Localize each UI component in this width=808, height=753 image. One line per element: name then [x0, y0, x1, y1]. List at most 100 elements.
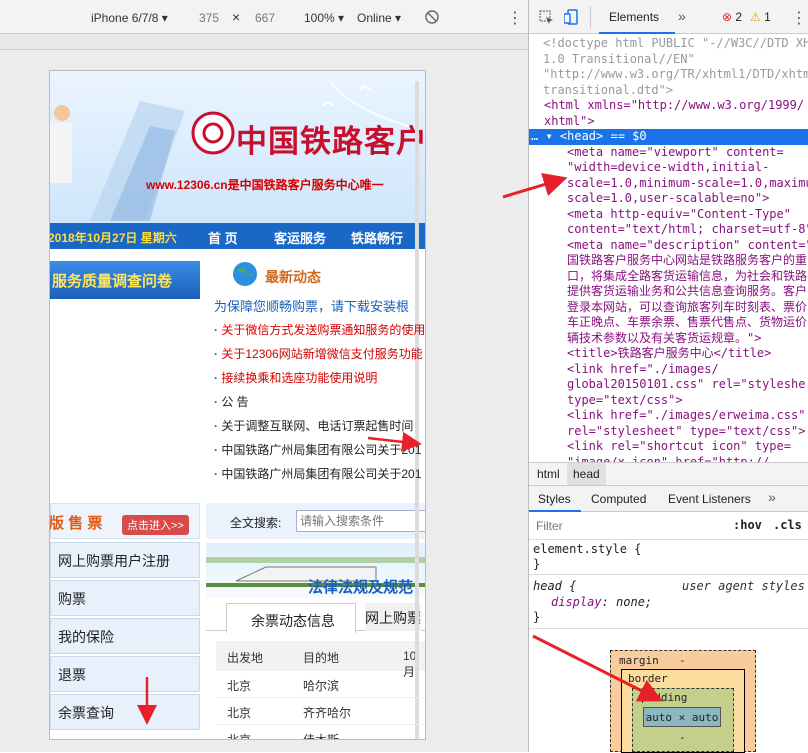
side-menu-item[interactable]: 网上购票用户注册 — [50, 542, 200, 578]
source-line[interactable]: <link rel="shortcut icon" type= — [567, 439, 791, 455]
tab-styles[interactable]: Styles — [538, 492, 571, 506]
side-menu-item[interactable]: 我的保险 — [50, 618, 200, 654]
news-item[interactable]: · 中国铁路广州局集团有限公司关于201 — [214, 441, 421, 458]
source-line[interactable]: 国铁路客户服务中心网站是铁路服务客户的重 — [567, 253, 807, 269]
box-model-padding[interactable]: padding auto × auto - — [632, 688, 734, 752]
source-line[interactable]: 1.0 Transitional//EN" — [543, 52, 695, 68]
table-row[interactable]: 北京 齐齐哈尔 — [216, 698, 425, 725]
warning-count[interactable]: ⚠ 1 — [750, 10, 771, 24]
globe-icon — [233, 262, 257, 286]
source-line[interactable]: rel="stylesheet" type="text/css"> — [567, 424, 805, 440]
source-line[interactable]: <meta http-equiv="Content-Type" — [567, 207, 791, 223]
hov-toggle[interactable]: :hov — [733, 518, 762, 532]
source-line[interactable]: "http://www.w3.org/TR/xhtml1/DTD/xhtm — [543, 67, 808, 83]
source-line[interactable]: scale=1.0,minimum-scale=1.0,maximu — [567, 176, 808, 192]
box-model-border[interactable]: border padding auto × auto - — [621, 669, 745, 753]
error-count[interactable]: ⊗ 2 — [722, 10, 742, 24]
head-rule-selector: head { — [533, 579, 577, 593]
news-item[interactable]: · 关于调整互联网、电话订票起售时间 — [214, 417, 413, 434]
side-menu-item[interactable]: 余票查询 — [50, 694, 200, 730]
box-model-margin[interactable]: margin - border padding auto × auto - — [610, 650, 756, 753]
crumb-head[interactable]: head — [567, 463, 606, 485]
source-line[interactable]: 辆技术参数以及有关客货运规章。"> — [567, 331, 761, 347]
table-row[interactable]: 北京 佳木斯 — [216, 725, 425, 739]
page-scrollbar[interactable] — [415, 81, 419, 739]
source-line[interactable]: <link href="./images/ — [567, 362, 719, 378]
side-menu-item[interactable]: 退票 — [50, 656, 200, 692]
source-line[interactable]: <meta name="description" content=" — [567, 238, 808, 254]
devtools-menu-icon[interactable]: ⋮ — [791, 8, 807, 28]
device-toolbar: iPhone 6/7/8 ▾ 375 × 667 100% ▾ Online ▾… — [0, 0, 529, 34]
source-line[interactable]: <!doctype html PUBLIC "-//W3C//DTD XH — [543, 36, 808, 52]
source-line[interactable]: 提供客货运输业务和公共信息查询服务。客户 — [567, 284, 807, 300]
col-to: 目的地 — [303, 651, 340, 665]
news-item[interactable]: · 中国铁路广州局集团有限公司关于201 — [214, 465, 421, 482]
site-tagline: www.12306.cn是中国铁路客户服务中心唯一 — [146, 178, 384, 192]
inspect-icon[interactable] — [539, 10, 554, 25]
source-line[interactable]: "width=device-width,initial- — [567, 160, 769, 176]
cls-toggle[interactable]: .cls — [773, 518, 802, 532]
search-input[interactable] — [296, 510, 425, 532]
ticket-title: 版 售 票 — [49, 515, 103, 532]
source-line[interactable]: type="text/css"> — [567, 393, 683, 409]
more-tabs-icon[interactable]: » — [678, 8, 686, 24]
news-item[interactable]: · 公 告 — [214, 393, 249, 410]
ticket-box: 版 售 票 点击进入>> — [50, 503, 200, 539]
breadcrumb: html head — [529, 462, 808, 486]
enter-button[interactable]: 点击进入>> — [122, 515, 189, 535]
elements-tree: <!doctype html PUBLIC "-//W3C//DTD XH 1.0… — [529, 34, 808, 462]
survey-banner[interactable]: 服务质量调查问卷 — [50, 261, 200, 299]
more-style-tabs-icon[interactable]: » — [768, 489, 776, 505]
news-headline[interactable]: 为保障您顺畅购票，请下载安装根 — [214, 296, 409, 315]
site-logo-text: 中国铁路客户 — [236, 124, 426, 159]
nav-railway[interactable]: 铁路畅行 — [351, 228, 403, 247]
width-field[interactable]: 375 — [199, 11, 219, 25]
tab-remaining-tickets[interactable]: 余票动态信息 — [226, 603, 356, 633]
network-select[interactable]: Online ▾ — [357, 11, 401, 25]
device-toggle-icon[interactable] — [564, 9, 578, 25]
tab-online-purchase[interactable]: 网上购票 — [365, 603, 421, 631]
side-menu-item[interactable]: 购票 — [50, 580, 200, 616]
device-select[interactable]: iPhone 6/7/8 ▾ — [91, 11, 168, 25]
news-item[interactable]: · 接续换乘和选座功能使用说明 — [214, 369, 377, 386]
law-banner[interactable]: 法律法规及规范 — [206, 543, 425, 598]
table-row[interactable]: 北京 哈尔滨 — [216, 671, 425, 698]
crumb-html[interactable]: html — [537, 467, 560, 481]
nav-home[interactable]: 首 页 — [208, 228, 238, 247]
rule-declaration: display: none; — [551, 595, 653, 609]
source-line[interactable]: <link href="./images/erweima.css" — [567, 408, 805, 424]
source-line[interactable]: 车正晚点、车票余票、售票代售点、货物运价 — [567, 315, 807, 331]
source-line[interactable]: transitional.dtd"> — [543, 83, 673, 99]
box-model-content[interactable]: auto × auto — [643, 707, 721, 727]
device-viewport: 中国铁路客户 www.12306.cn是中国铁路客户服务中心唯一 2018年10… — [49, 70, 426, 740]
source-line[interactable]: <title>铁路客户服务中心</title> — [567, 346, 771, 362]
source-line[interactable]: content="text/html; charset=utf-8" — [567, 222, 808, 238]
site-nav: 2018年10月27日 星期六 首 页 客运服务 铁路畅行 — [50, 223, 425, 249]
styles-filter-input[interactable] — [533, 516, 721, 536]
table-header: 出发地 目的地 10月 — [216, 641, 425, 679]
source-line[interactable]: global20150101.css" rel="styleshe — [567, 377, 805, 393]
source-line[interactable]: xhtml"> — [544, 114, 595, 130]
source-line[interactable]: <html xmlns="http://www.w3.org/1999/ — [544, 98, 804, 114]
source-line[interactable]: 登录本网站，可以查询旅客列车时刻表、票价 — [567, 300, 807, 316]
col-from: 出发地 — [227, 651, 264, 665]
news-item[interactable]: · 关于12306网站新增微信支付服务功能 — [214, 345, 423, 362]
source-line[interactable]: <meta name="viewport" content= — [567, 145, 784, 161]
selected-head-node[interactable]: … ▾ <head> == $0 — [529, 129, 808, 145]
tab-event-listeners[interactable]: Event Listeners — [668, 492, 751, 506]
rule-close: } — [533, 557, 541, 571]
tab-elements[interactable]: Elements — [609, 10, 659, 24]
nav-passenger[interactable]: 客运服务 — [274, 228, 326, 247]
zoom-select[interactable]: 100% ▾ — [304, 11, 344, 25]
rule-close-2: } — [533, 610, 541, 624]
source-line[interactable]: 口，将集成全路客货运输信息，为社会和铁路 — [567, 269, 807, 285]
rotate-icon[interactable] — [425, 10, 439, 24]
tab-computed[interactable]: Computed — [591, 492, 646, 506]
source-line[interactable]: "image/x-icon" href="http:// — [567, 455, 769, 463]
element-style-rule[interactable]: element.style { — [533, 542, 641, 556]
height-field[interactable]: 667 — [255, 11, 275, 25]
news-item[interactable]: · 关于微信方式发送购票通知服务的使用 — [214, 321, 425, 338]
law-text: 法律法规及规范 — [308, 579, 414, 596]
more-options-icon[interactable]: ⋮ — [507, 8, 523, 28]
source-line[interactable]: scale=1.0,user-scalable=no"> — [567, 191, 769, 207]
